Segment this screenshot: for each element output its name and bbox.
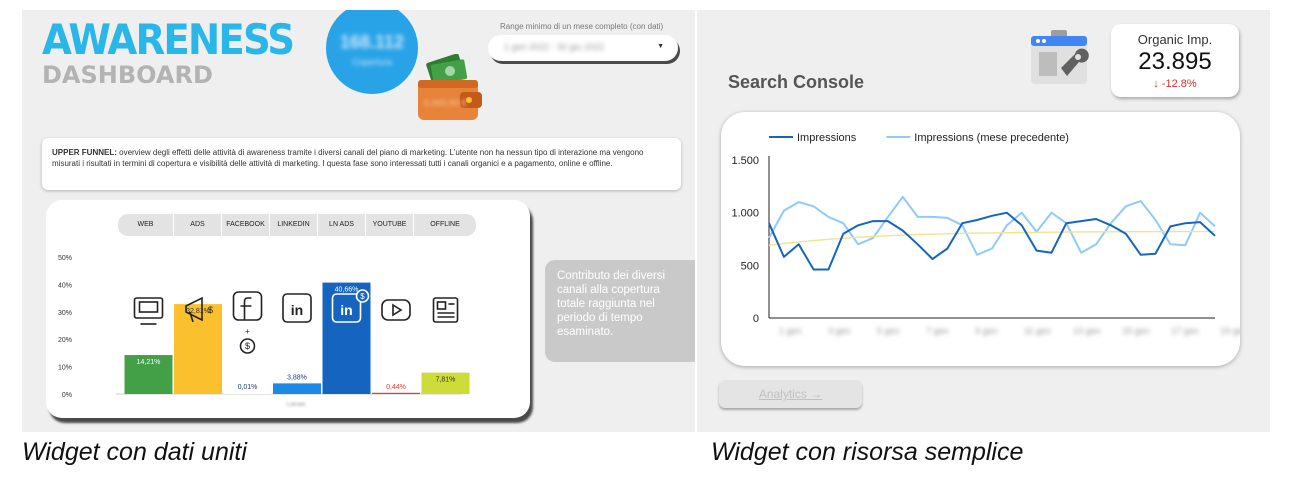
series-line-0 xyxy=(768,211,1216,271)
kpi-change: ↓ -12.8% xyxy=(1111,78,1239,90)
y-tick-label: 10% xyxy=(58,365,72,372)
kpi-value: 23.895 xyxy=(1138,48,1212,75)
bar-value-label: 3,88% xyxy=(287,374,307,381)
bar-value-label: 7,81% xyxy=(436,377,456,384)
x-tick-label: 15 gen xyxy=(1122,326,1150,336)
y-tick-label: 20% xyxy=(58,337,72,344)
channel-bar-chart: 0%10%20%30%40%50%14,21%32,81%0,01%3,88%4… xyxy=(58,255,470,408)
newspaper-icon xyxy=(432,297,459,323)
caption-left: Widget con dati uniti xyxy=(22,438,247,466)
description-text: overview degli effetti delle attività di… xyxy=(52,148,644,168)
awareness-dashboard-panel: AWARENESS DASHBOARD 168.112 Copertura 0.… xyxy=(22,10,695,432)
svg-text:in: in xyxy=(340,302,352,318)
bar-youtube xyxy=(372,392,420,394)
bar-value-label: 0,01% xyxy=(238,384,258,391)
reach-kpi-circle: 168.112 Copertura xyxy=(326,10,418,94)
series-line-1 xyxy=(768,195,1216,256)
linkedin-icon: in xyxy=(282,293,312,323)
svg-text:in: in xyxy=(291,302,303,318)
y-tick-label: 1.500 xyxy=(731,155,759,167)
date-range-label: Range minimo di un mese completo (con da… xyxy=(500,22,664,31)
search-console-panel: Search Console Organic Imp. 23.895 ↓ -12… xyxy=(697,10,1270,432)
channel-reach-chart-card: WEB ADS FACEBOOK LINKEDIN LN ADS YOUTUBE… xyxy=(46,200,530,418)
search-console-title: Search Console xyxy=(728,72,865,92)
chevron-down-icon: ▼ xyxy=(657,43,664,50)
date-range-value: 1 gen 2022 - 30 giu 2022 xyxy=(504,42,605,52)
y-tick-label: 0 xyxy=(753,313,759,325)
description-heading: UPPER FUNNEL: xyxy=(52,148,117,157)
x-tick-label: 19 gen xyxy=(1220,326,1240,336)
dashboard-title: AWARENESS xyxy=(42,15,295,64)
x-tick-label: 17 gen xyxy=(1171,326,1199,336)
y-tick-label: 50% xyxy=(58,255,72,262)
x-axis-label: Canale xyxy=(286,402,306,408)
series-line-2 xyxy=(768,230,1215,246)
kpi-label: Organic Imp. xyxy=(1137,32,1213,47)
x-tick-label: 9 gen xyxy=(975,326,998,336)
x-tick-label: 13 gen xyxy=(1073,326,1101,336)
bar-linkedin xyxy=(273,383,321,394)
bar-facebook xyxy=(223,393,272,394)
caption-right: Widget con risorsa semplice xyxy=(711,438,1024,466)
svg-text:$: $ xyxy=(245,341,250,351)
x-tick-label: 11 gen xyxy=(1024,326,1051,336)
y-tick-label: 0% xyxy=(62,392,72,399)
reach-kpi-value: 168.112 xyxy=(339,32,405,52)
kpi-change-value: -12.8% xyxy=(1161,78,1197,90)
x-tick-label: 7 gen xyxy=(926,326,949,336)
y-tick-label: 1.000 xyxy=(731,208,759,220)
organic-impressions-kpi: Organic Imp. 23.895 ↓ -12.8% xyxy=(1111,24,1239,97)
y-tick-label: 500 xyxy=(741,260,759,272)
y-tick-label: 40% xyxy=(58,282,72,289)
x-tick-label: 3 gen xyxy=(828,326,851,336)
date-range-select[interactable]: 1 gen 2022 - 30 giu 2022 ▼ xyxy=(488,35,678,61)
chart-side-note: Contributo dei diversi canali alla coper… xyxy=(545,260,695,362)
analytics-button[interactable]: Analytics → xyxy=(719,380,862,408)
x-tick-label: 1 gen xyxy=(779,326,802,336)
wallet-icon: 0.000,00 € xyxy=(418,54,482,120)
legend-label: Impressions (mese precedente) xyxy=(914,132,1069,144)
legend-label: Impressions xyxy=(797,132,857,144)
bar-value-label: 0,44% xyxy=(386,384,406,391)
search-console-logo-icon xyxy=(1031,30,1089,84)
svg-text:+: + xyxy=(245,327,250,336)
svg-text:$: $ xyxy=(208,305,213,315)
funnel-description: UPPER FUNNEL: overview degli effetti del… xyxy=(42,138,681,190)
impressions-line-chart: Impressions Impressions (mese precedente)… xyxy=(731,132,1240,336)
bar-value-label: 40,66% xyxy=(335,287,359,294)
reach-kpi-label: Copertura xyxy=(351,57,393,67)
svg-text:$: $ xyxy=(360,292,365,301)
x-tick-label: 5 gen xyxy=(877,326,900,336)
bar-value-label: 14,21% xyxy=(137,359,161,366)
wallet-amount: 0.000,00 € xyxy=(424,98,467,108)
impressions-line-chart-card: Impressions Impressions (mese precedente)… xyxy=(721,112,1240,366)
facebook-dollar-icon: $+ xyxy=(232,291,263,354)
dashboard-subtitle: DASHBOARD xyxy=(42,61,213,89)
youtube-icon xyxy=(381,299,411,321)
y-tick-label: 30% xyxy=(58,310,72,317)
arrow-down-icon: ↓ xyxy=(1153,78,1159,90)
computer-icon xyxy=(133,297,164,325)
